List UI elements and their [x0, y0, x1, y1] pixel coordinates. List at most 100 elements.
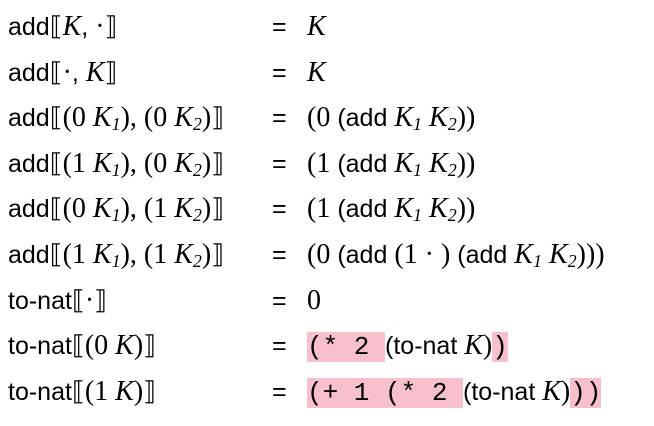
- rhs-token: K: [394, 193, 413, 225]
- lhs-token: ⟦: [49, 148, 63, 179]
- rhs-token: K: [394, 102, 413, 134]
- lhs-token: add: [8, 195, 50, 224]
- lhs-token: ),: [120, 102, 137, 134]
- equation-lhs: add⟦K, ·⟧: [8, 10, 117, 45]
- equation-lhs: add⟦(1 K1), (1 K2)⟧: [8, 238, 224, 274]
- lhs-token: (1: [84, 375, 116, 407]
- rhs-token: K: [429, 193, 448, 225]
- equation-lhs: to-nat⟦(0 K)⟧: [8, 329, 156, 364]
- equation-lhs: to-nat⟦·⟧: [8, 284, 107, 319]
- equation-lhs: add⟦·, K⟧: [8, 56, 117, 91]
- lhs-token: ,: [71, 58, 86, 87]
- equation-row: add⟦(1 K1), (0 K2)⟧ = (1 (add K1 K2)): [8, 141, 648, 187]
- lhs-token: ⟧: [211, 148, 225, 179]
- lhs-token: ): [201, 147, 212, 179]
- rhs-token: ))): [576, 238, 605, 270]
- rhs-token: K: [548, 238, 568, 270]
- equation-row: add⟦K, ·⟧ = K: [8, 4, 648, 50]
- lhs-token: (1: [143, 238, 175, 270]
- rhs-token: K: [429, 102, 448, 134]
- rhs-token: (to-nat: [463, 377, 543, 406]
- equals-sign: =: [272, 149, 287, 178]
- equation-lhs: add⟦(0 K1), (0 K2)⟧: [8, 101, 224, 137]
- lhs-token: to-nat: [8, 332, 72, 361]
- rhs-token: 0: [307, 284, 321, 316]
- rhs-token: [422, 148, 429, 179]
- rhs-token: ): [482, 330, 493, 362]
- rhs-token: (to-nat: [385, 332, 465, 361]
- lhs-token: ⟦: [49, 194, 63, 225]
- lhs-token: ): [201, 238, 212, 270]
- lhs-token: K: [174, 147, 193, 179]
- rhs-token: K: [464, 330, 483, 362]
- rhs-token: 2: [447, 159, 457, 180]
- lhs-token: [137, 150, 144, 178]
- equation-rhs: (1 (add K1 K2)): [307, 147, 475, 183]
- equation-lhs: add⟦(0 K1), (1 K2)⟧: [8, 192, 224, 228]
- rhs-token: (1: [307, 193, 338, 225]
- lhs-token: K: [62, 11, 82, 42]
- lhs-token: ): [133, 330, 144, 362]
- rhs-token: ): [492, 332, 508, 363]
- lhs-token: ⟧: [104, 12, 118, 42]
- rhs-token: (add: [337, 195, 395, 224]
- equation-lhs: to-nat⟦(1 K)⟧: [8, 375, 156, 410]
- equation-rhs: K: [307, 10, 326, 45]
- rhs-token: ): [560, 375, 571, 407]
- rhs-token: 1: [413, 159, 422, 180]
- rhs-token: )): [456, 193, 476, 225]
- equation-row: add⟦(0 K1), (1 K2)⟧ = (1 (add K1 K2)): [8, 186, 648, 232]
- rhs-token: 2: [447, 205, 457, 226]
- rhs-token: )): [570, 377, 602, 408]
- lhs-token: K: [92, 102, 112, 134]
- equals-sign: =: [272, 286, 287, 315]
- lhs-token: ·: [84, 284, 95, 316]
- equation-row: add⟦(1 K1), (1 K2)⟧ = (0 (add (1 · ) (ad…: [8, 232, 648, 278]
- lhs-token: K: [174, 102, 193, 134]
- lhs-token: add: [8, 13, 50, 41]
- rhs-token: (0: [307, 238, 338, 270]
- rhs-token: K: [429, 147, 448, 179]
- rhs-token: 1: [413, 114, 422, 135]
- lhs-token: K: [115, 375, 134, 407]
- lhs-token: 2: [192, 250, 202, 271]
- equation-list: add⟦K, ·⟧ = K add⟦·, K⟧ = K add⟦(0 K1), …: [8, 4, 648, 414]
- rhs-token: (1 · ): [394, 238, 458, 270]
- lhs-token: ⟧: [143, 376, 157, 407]
- equals-sign: =: [272, 195, 287, 224]
- equals-sign: =: [272, 13, 287, 41]
- lhs-token: (0: [143, 102, 175, 134]
- lhs-token: ⟦: [49, 103, 63, 134]
- lhs-token: ),: [120, 147, 137, 179]
- lhs-token: ⟦: [49, 57, 63, 88]
- lhs-token: K: [92, 193, 112, 225]
- lhs-token: ⟦: [71, 331, 85, 362]
- rhs-token: (add: [337, 104, 395, 133]
- lhs-token: (0: [62, 193, 93, 225]
- rhs-token: 1: [413, 205, 422, 226]
- equation-lhs: add⟦(1 K1), (0 K2)⟧: [8, 147, 224, 183]
- rhs-token: (add: [457, 240, 515, 269]
- lhs-token: add: [8, 149, 50, 178]
- lhs-token: 2: [192, 159, 202, 180]
- rhs-token: 1: [532, 250, 542, 271]
- lhs-token: [137, 104, 144, 132]
- lhs-token: K: [174, 193, 193, 225]
- rhs-token: K: [307, 56, 326, 88]
- lhs-token: ⟧: [211, 239, 225, 270]
- equals-sign: =: [272, 104, 287, 133]
- equals-sign: =: [272, 58, 287, 87]
- lhs-token: K: [85, 56, 105, 88]
- lhs-token: (1: [62, 147, 93, 179]
- rhs-token: 2: [447, 114, 457, 135]
- lhs-token: (0: [143, 147, 175, 179]
- equation-rhs: (0 (add K1 K2)): [307, 101, 475, 137]
- rhs-token: 2: [567, 250, 577, 271]
- lhs-token: ): [201, 102, 212, 134]
- equation-rhs: (+ 1 (* 2 (to-nat K))): [307, 375, 602, 410]
- lhs-token: K: [92, 238, 112, 270]
- equation-rhs: (0 (add (1 · ) (add K1 K2))): [307, 238, 605, 274]
- lhs-token: ⟧: [94, 285, 108, 316]
- equation-row: add⟦·, K⟧ = K: [8, 50, 648, 96]
- lhs-token: K: [92, 147, 112, 179]
